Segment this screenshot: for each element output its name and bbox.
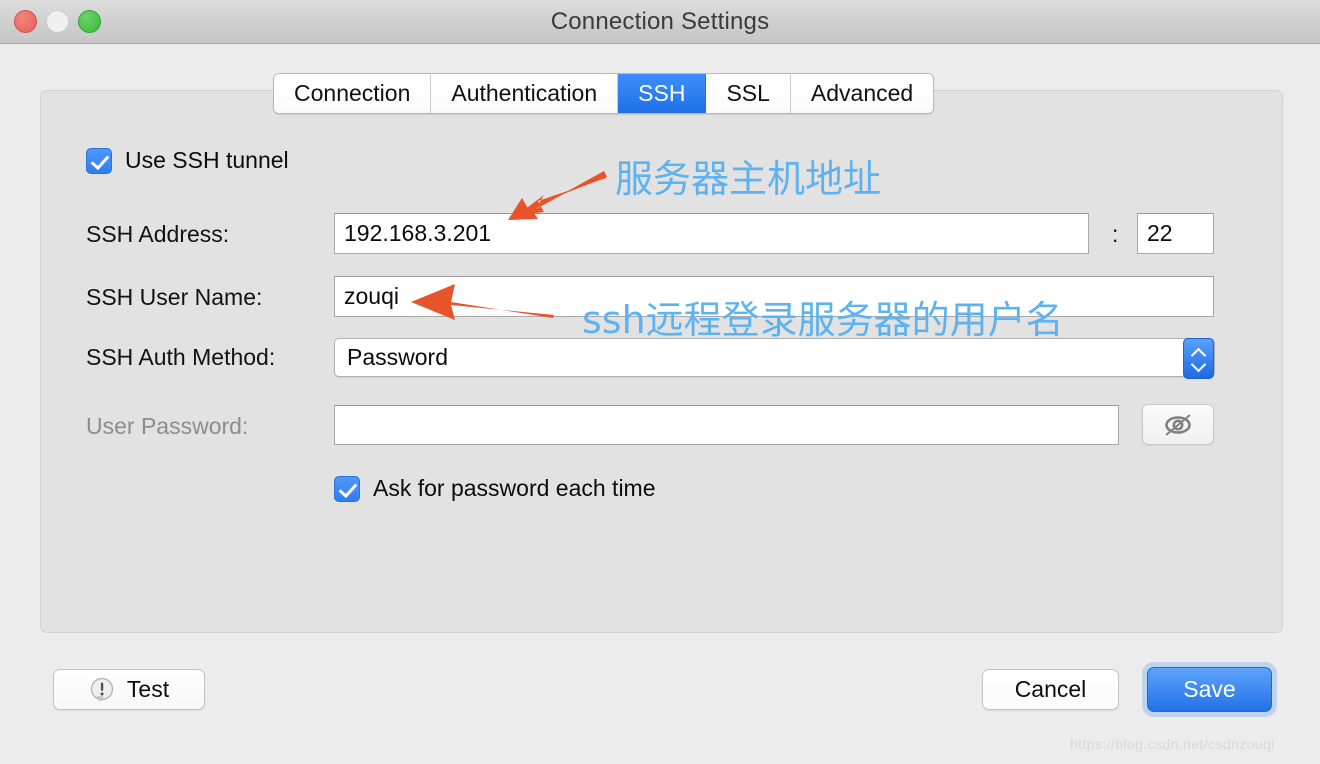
- annotation-username-note: ssh远程登录服务器的用户名: [582, 298, 1064, 342]
- use-ssh-tunnel-checkbox[interactable]: [86, 147, 112, 174]
- use-ssh-tunnel-checkbox-row[interactable]: Use SSH tunnel: [86, 147, 289, 174]
- ssh-address-input[interactable]: 192.168.3.201: [334, 213, 1089, 254]
- save-button[interactable]: Save: [1147, 667, 1272, 712]
- ssh-auth-method-value: Password: [347, 344, 448, 370]
- port-separator: :: [1112, 221, 1119, 247]
- tab-advanced[interactable]: Advanced: [790, 74, 934, 113]
- toggle-password-visibility-button[interactable]: [1142, 404, 1214, 445]
- chevron-up-icon: [1192, 349, 1205, 357]
- cancel-button[interactable]: Cancel: [982, 669, 1119, 710]
- settings-tabbar: Connection Authentication SSH SSL Advanc…: [273, 73, 935, 114]
- tab-authentication[interactable]: Authentication: [431, 74, 619, 113]
- test-button[interactable]: Test: [53, 669, 205, 710]
- user-password-input[interactable]: [334, 405, 1119, 445]
- alert-bubble-icon: [90, 677, 114, 702]
- ask-password-each-time-checkbox[interactable]: [334, 475, 360, 502]
- test-button-label: Test: [126, 676, 170, 702]
- annotation-host-note: 服务器主机地址: [615, 157, 882, 201]
- chevron-down-icon: [1192, 361, 1205, 369]
- ssh-address-label: SSH Address:: [86, 221, 230, 247]
- ask-password-each-time-label: Ask for password each time: [373, 475, 656, 501]
- annotation-arrow-to-username: [411, 284, 554, 320]
- ssh-auth-method-label: SSH Auth Method:: [86, 344, 276, 370]
- annotation-arrow-to-address: [508, 171, 607, 220]
- ssh-username-label: SSH User Name:: [86, 284, 263, 310]
- tab-ssl[interactable]: SSL: [706, 74, 791, 113]
- window-titlebar: Connection Settings: [0, 0, 1320, 44]
- save-button-label: Save: [1183, 676, 1236, 702]
- connection-settings-window: Connection Settings Connection Authentic…: [0, 0, 1320, 764]
- watermark-text: https://blog.csdn.net/csdnzouqi: [1070, 736, 1275, 752]
- eye-off-icon: [1165, 413, 1191, 436]
- tab-connection[interactable]: Connection: [274, 74, 432, 113]
- user-password-label: User Password:: [86, 413, 249, 439]
- ssh-port-input[interactable]: 22: [1137, 213, 1214, 254]
- use-ssh-tunnel-label: Use SSH tunnel: [125, 147, 289, 173]
- window-title: Connection Settings: [550, 8, 770, 35]
- cancel-button-label: Cancel: [1014, 676, 1087, 702]
- tab-ssh[interactable]: SSH: [618, 74, 707, 113]
- select-stepper-arrows[interactable]: [1183, 338, 1214, 379]
- ask-password-each-time-row[interactable]: Ask for password each time: [334, 475, 656, 502]
